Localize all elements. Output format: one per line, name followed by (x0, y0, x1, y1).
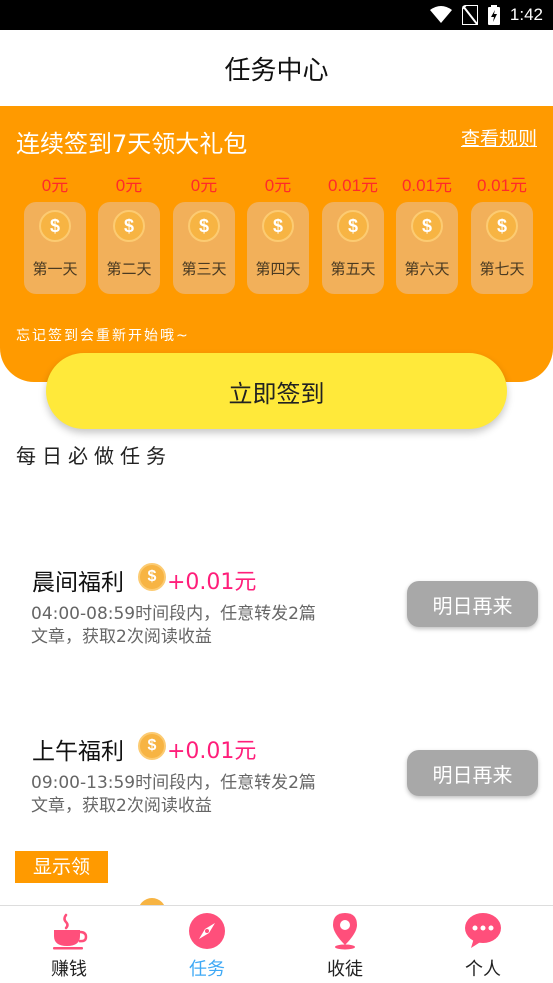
nav-item-apprentice[interactable]: 收徒 (276, 906, 414, 983)
come-back-tomorrow-button[interactable]: 明日再来 (407, 750, 538, 796)
header: 任务中心 (0, 30, 553, 106)
sign-in-panel: 连续签到7天领大礼包 查看规则 0元 $ 第一天 0元 $ 第二天 0元 $ 第… (0, 106, 553, 382)
coin-icon: $ (138, 563, 166, 591)
page-title: 任务中心 (224, 55, 329, 86)
sign-in-now-button[interactable]: 立即签到 (46, 353, 507, 429)
no-sim-icon (461, 5, 478, 25)
task-morning: 晨间福利 $ +0.01元 04:00-08:59时间段内，任意转发2篇文章，获… (0, 563, 553, 673)
status-bar: 1:42 (0, 0, 553, 30)
day-label: 第六天 (404, 260, 450, 278)
day-amount: 0.01元 (476, 176, 528, 195)
coin-icon: $ (39, 210, 71, 242)
nav-item-earn[interactable]: 赚钱 (0, 906, 138, 983)
coin-icon: $ (113, 210, 145, 242)
compass-icon (189, 913, 225, 949)
status-time: 1:42 (509, 5, 543, 24)
show-claim-tag[interactable]: 显示领 (15, 851, 108, 883)
coin-icon: $ (138, 732, 166, 760)
view-rules-link[interactable]: 查看规则 (461, 124, 537, 151)
task-reward: +0.01元 (167, 570, 257, 595)
status-icons: 1:42 (429, 0, 543, 30)
day-amount: 0元 (41, 176, 69, 195)
day-amount: 0元 (190, 176, 218, 195)
task-name: 晨间福利 (32, 570, 124, 596)
day-card[interactable]: $ 第六天 (396, 202, 458, 294)
day-card[interactable]: $ 第五天 (322, 202, 384, 294)
nav-item-tasks[interactable]: 任务 (138, 906, 276, 983)
day-label: 第三天 (181, 260, 227, 278)
day-amount: 0.01元 (401, 176, 453, 195)
sign-in-title: 连续签到7天领大礼包 (16, 130, 248, 158)
nav-label: 赚钱 (51, 959, 87, 980)
coin-icon: $ (486, 210, 518, 242)
come-back-tomorrow-button[interactable]: 明日再来 (407, 581, 538, 627)
day-label: 第五天 (330, 260, 376, 278)
task-description: 09:00-13:59时间段内，任意转发2篇文章，获取2次阅读收益 (31, 773, 316, 816)
nav-label: 个人 (465, 959, 501, 980)
daily-tasks-title: 每日必做任务 (16, 444, 172, 468)
nav-item-profile[interactable]: 个人 (414, 906, 552, 983)
task-reward: +0.01元 (167, 739, 257, 764)
battery-icon (487, 5, 500, 25)
day-amount: 0元 (115, 176, 143, 195)
nav-label: 收徒 (327, 959, 363, 980)
tea-cup-icon (53, 913, 88, 950)
chat-bubble-icon (465, 913, 501, 948)
day-card[interactable]: $ 第七天 (471, 202, 533, 294)
day-amount: 0.01元 (327, 176, 379, 195)
day-label: 第七天 (479, 260, 525, 278)
day-card[interactable]: $ 第一天 (24, 202, 86, 294)
coin-icon: $ (188, 210, 220, 242)
coin-icon: $ (337, 210, 369, 242)
task-name: 上午福利 (32, 739, 124, 765)
day-label: 第二天 (106, 260, 152, 278)
location-pin-icon (333, 913, 357, 950)
bottom-nav: 赚钱 任务 收徒 个人 (0, 905, 553, 983)
nav-label: 任务 (189, 959, 225, 980)
day-card[interactable]: $ 第三天 (173, 202, 235, 294)
day-amount: 0元 (264, 176, 292, 195)
wifi-icon (429, 6, 452, 23)
day-card[interactable]: $ 第二天 (98, 202, 160, 294)
task-forenoon: 上午福利 $ +0.01元 09:00-13:59时间段内，任意转发2篇文章，获… (0, 732, 553, 842)
sign-in-note: 忘记签到会重新开始哦~ (16, 328, 190, 344)
coin-icon: $ (262, 210, 294, 242)
coin-icon: $ (411, 210, 443, 242)
day-card[interactable]: $ 第四天 (247, 202, 309, 294)
task-description: 04:00-08:59时间段内，任意转发2篇文章，获取2次阅读收益 (31, 604, 316, 647)
day-label: 第四天 (255, 260, 301, 278)
day-label: 第一天 (32, 260, 78, 278)
